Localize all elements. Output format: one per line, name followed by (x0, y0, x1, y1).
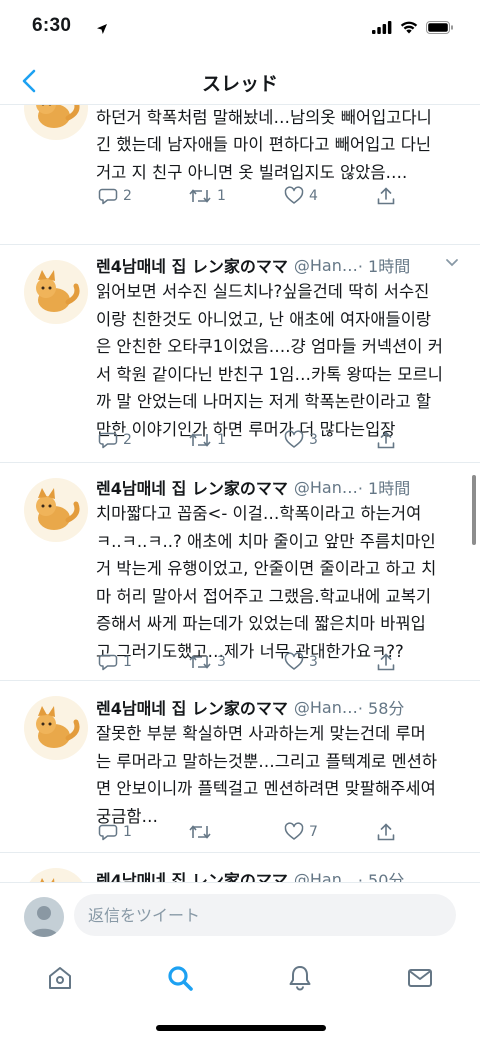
retweet-count: 3 (217, 654, 226, 670)
reply-count: 1 (123, 824, 132, 840)
share-button[interactable] (376, 652, 396, 672)
thread-timeline[interactable]: 체육복 입고, 남자애들 마이 빼어입고 다니는거 다 하던거 학폭처럼 말해놨… (0, 104, 480, 882)
search-icon[interactable] (160, 958, 200, 998)
heart-icon (284, 430, 304, 448)
current-user-avatar[interactable] (24, 897, 64, 937)
reply-button[interactable]: 1 (98, 652, 132, 672)
user-handle[interactable]: @Han… (294, 870, 358, 883)
share-button[interactable] (376, 186, 396, 206)
display-name[interactable]: 렌4남매네 집 レン家のママ (96, 867, 288, 882)
tweet-header: 렌4남매네 집 レン家のママ @Han… · 50分 (96, 866, 460, 883)
reply-count: 2 (123, 432, 132, 448)
reply-count: 1 (123, 654, 132, 670)
home-indicator (156, 1025, 326, 1031)
retweet-count: 1 (217, 432, 226, 448)
reply-icon (98, 432, 118, 449)
retweet-count: 1 (217, 188, 226, 204)
tweet-timestamp: · 58分 (357, 699, 405, 718)
home-icon[interactable] (40, 958, 80, 998)
user-handle[interactable]: @Han… (294, 256, 358, 275)
heart-icon (284, 652, 304, 670)
tweet-actions: 1 3 3 (96, 652, 416, 676)
reply-button[interactable]: 2 (98, 430, 132, 450)
status-time: 6:30 (32, 15, 72, 36)
tweet-timestamp: · 1時間 (357, 479, 411, 498)
tweet-timestamp: · 50分 (357, 871, 405, 882)
tweet-avatar[interactable] (24, 868, 88, 882)
tweet-avatar[interactable] (24, 104, 88, 140)
share-icon (377, 653, 395, 671)
share-button[interactable] (376, 822, 396, 842)
like-count: 7 (309, 824, 318, 840)
tweet-timestamp: · 1時間 (357, 257, 411, 276)
chevron-down-icon[interactable] (444, 254, 460, 274)
tweet-actions: 2 1 3 (96, 430, 416, 454)
reply-icon (98, 824, 118, 841)
display-name[interactable]: 렌4남매네 집 レン家のママ (96, 695, 288, 719)
retweet-button[interactable]: 3 (188, 652, 226, 672)
heart-icon (284, 822, 304, 840)
retweet-icon (189, 433, 211, 447)
retweet-icon (189, 189, 211, 203)
like-count: 4 (309, 188, 318, 204)
reply-count: 2 (123, 188, 132, 204)
retweet-button[interactable]: 1 (188, 186, 226, 206)
status-bar: 6:30 (0, 0, 480, 56)
tweet-avatar[interactable] (24, 260, 88, 324)
status-icons (372, 19, 454, 38)
cellular-signal-icon (372, 19, 392, 38)
user-handle[interactable]: @Han… (294, 478, 358, 497)
tweet[interactable]: 렌4남매네 집 レン家のママ @Han… · 1時間 읽어보면 서수진 실드치나… (0, 244, 480, 463)
tweet[interactable]: 렌4남매네 집 レン家のママ @Han… · 58分 잘못한 부분 확실하면 사… (0, 680, 480, 853)
messages-icon[interactable] (400, 958, 440, 998)
tweet-header: 렌4남매네 집 レン家のママ @Han… · 1時間 (96, 474, 460, 500)
tweet-avatar[interactable] (24, 478, 88, 542)
like-button[interactable]: 3 (284, 430, 318, 450)
reply-button[interactable]: 1 (98, 822, 132, 842)
retweet-icon (189, 825, 211, 839)
like-count: 3 (309, 432, 318, 448)
page-title: スレッド (201, 73, 278, 95)
share-icon (377, 187, 395, 205)
like-button[interactable]: 3 (284, 652, 318, 672)
wifi-icon (400, 19, 418, 38)
battery-icon (426, 19, 454, 38)
tweet-header: 렌4남매네 집 レン家のママ @Han… · 58分 (96, 694, 460, 720)
scrollbar-thumb[interactable] (472, 475, 476, 545)
tweet-actions: 2 1 4 (96, 186, 416, 210)
tweet-text: 치마짧다고 꼽줌<- 이걸…학폭이라고 하는거여 ㅋ..ㅋ..ㅋ..? 애초에 … (96, 504, 437, 661)
display-name[interactable]: 렌4남매네 집 レン家のママ (96, 475, 288, 499)
retweet-button[interactable] (188, 822, 217, 842)
tweet-header: 렌4남매네 집 レン家のママ @Han… · 1時間 (96, 252, 460, 278)
reply-bar (0, 882, 480, 945)
like-button[interactable]: 4 (284, 186, 318, 206)
tweet-text: 읽어보면 서수진 실드치나?싶을건데 딱히 서수진 이랑 친한것도 아니었고, … (96, 282, 443, 439)
notifications-icon[interactable] (280, 958, 320, 998)
heart-icon (284, 186, 304, 204)
share-icon (377, 823, 395, 841)
tweet-avatar[interactable] (24, 696, 88, 760)
tweet-text: 잘못한 부분 확실하면 사과하는게 맞는건데 루머 는 루머라고 말하는것뿐…그… (96, 724, 438, 826)
tweet[interactable]: 렌4남매네 집 レン家のママ @Han… · 50分 (0, 852, 480, 882)
like-count: 3 (309, 654, 318, 670)
tweet-actions: 1 7 (96, 822, 416, 846)
tweet-text: 체육복 입고, 남자애들 마이 빼어입고 다니는거 다 하던거 학폭처럼 말해놨… (96, 107, 432, 182)
retweet-icon (189, 655, 211, 669)
tweet[interactable]: 체육복 입고, 남자애들 마이 빼어입고 다니는거 다 하던거 학폭처럼 말해놨… (0, 104, 480, 245)
user-handle[interactable]: @Han… (294, 698, 358, 717)
reply-input[interactable] (74, 894, 456, 936)
nav-bar: スレッド (0, 58, 480, 105)
share-button[interactable] (376, 430, 396, 450)
like-button[interactable]: 7 (284, 822, 318, 842)
location-arrow-icon (96, 20, 108, 39)
reply-icon (98, 188, 118, 205)
reply-button[interactable]: 2 (98, 186, 132, 206)
retweet-button[interactable]: 1 (188, 430, 226, 450)
share-icon (377, 431, 395, 449)
reply-icon (98, 654, 118, 671)
tweet[interactable]: 렌4남매네 집 レン家のママ @Han… · 1時間 치마짧다고 꼽줌<- 이걸… (0, 462, 480, 681)
display-name[interactable]: 렌4남매네 집 レン家のママ (96, 253, 288, 277)
